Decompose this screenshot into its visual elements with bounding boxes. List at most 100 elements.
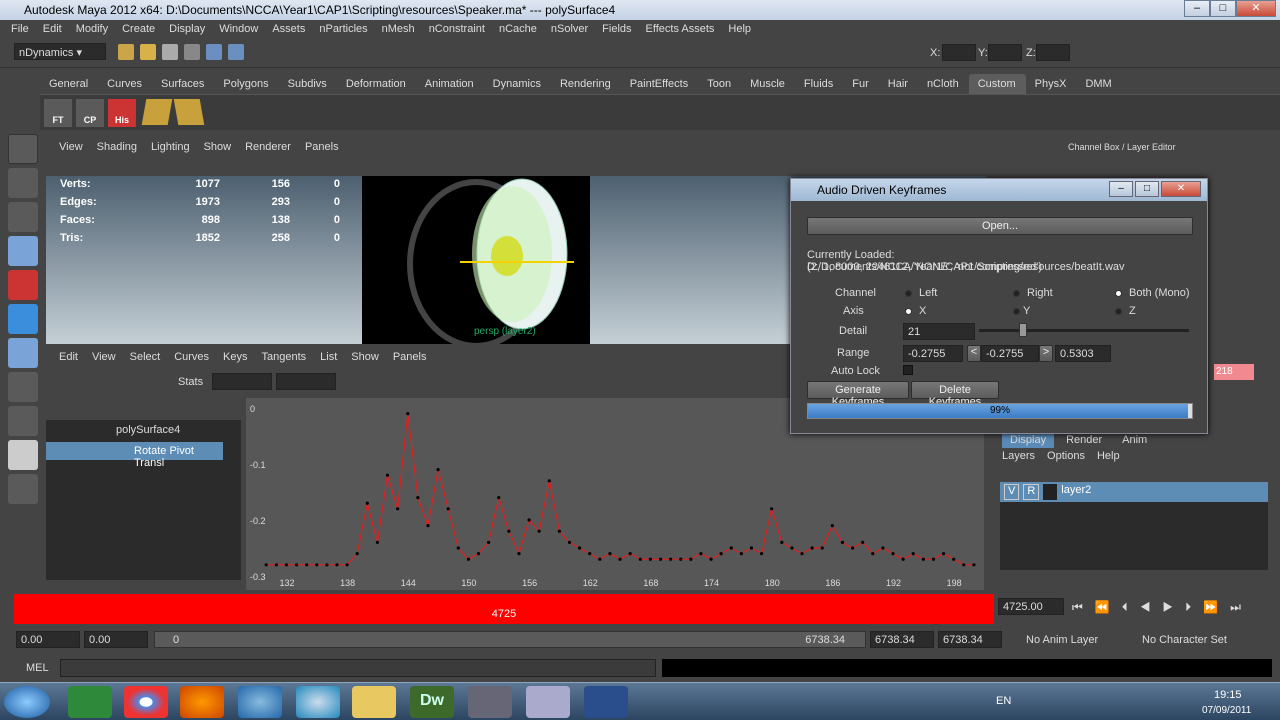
menu-edit[interactable]: Edit <box>36 20 69 40</box>
keyframe-point[interactable] <box>466 557 471 561</box>
keyframe-point[interactable] <box>476 552 481 556</box>
tab-rendering[interactable]: Rendering <box>551 74 621 94</box>
explorer-icon[interactable] <box>352 686 396 718</box>
keyframe-point[interactable] <box>618 557 622 561</box>
dreamweaver-icon[interactable]: Dw <box>410 686 454 718</box>
detail-slider[interactable] <box>979 329 1189 332</box>
keyframe-point[interactable] <box>850 546 855 550</box>
menu-window[interactable]: Window <box>212 20 265 40</box>
keyframe-point[interactable] <box>375 540 380 544</box>
viewport-menu-lighting[interactable]: Lighting <box>144 138 197 158</box>
menu-modify[interactable]: Modify <box>69 20 115 40</box>
graph-menu-keys[interactable]: Keys <box>216 348 254 368</box>
tab-render[interactable]: Render <box>1058 432 1110 448</box>
tab-surfaces[interactable]: Surfaces <box>152 74 214 94</box>
clock-time[interactable]: 19:15 <box>1214 689 1242 701</box>
keyframe-point[interactable] <box>406 412 410 416</box>
select-tool-icon[interactable] <box>8 134 38 164</box>
keyframe-point[interactable] <box>901 557 905 561</box>
keyframe-point[interactable] <box>749 546 754 550</box>
keyframe-point[interactable] <box>689 557 693 561</box>
keyframe-point[interactable] <box>638 557 642 561</box>
open-scene-icon[interactable] <box>140 44 156 60</box>
tab-curves[interactable]: Curves <box>98 74 152 94</box>
graph-menu-panels[interactable]: Panels <box>386 348 434 368</box>
tab-muscle[interactable]: Muscle <box>741 74 795 94</box>
keyframe-point[interactable] <box>830 524 834 528</box>
select-object-icon[interactable] <box>206 44 222 60</box>
keyframe-point[interactable] <box>446 507 450 511</box>
move-tool-icon[interactable] <box>8 236 38 266</box>
keyframe-point[interactable] <box>931 557 936 561</box>
tab-hair[interactable]: Hair <box>879 74 918 94</box>
keyframe-point[interactable] <box>305 563 309 567</box>
menu-nparticles[interactable]: nParticles <box>312 20 374 40</box>
open-button[interactable]: Open... <box>807 217 1193 235</box>
menu-help[interactable]: Help <box>1097 450 1120 462</box>
rotate-tool-icon[interactable] <box>8 270 38 300</box>
keyframe-point[interactable] <box>507 529 511 533</box>
keyframe-point[interactable] <box>881 546 885 550</box>
firefox-icon[interactable] <box>180 686 224 718</box>
keyframe-point[interactable] <box>527 518 531 522</box>
keyframe-point[interactable] <box>952 557 956 561</box>
new-scene-icon[interactable] <box>118 44 134 60</box>
layout-single-icon[interactable] <box>8 440 38 470</box>
internet-explorer-icon[interactable] <box>238 686 282 718</box>
keyframe-point[interactable] <box>972 563 976 567</box>
tab-dmm[interactable]: DMM <box>1076 74 1121 94</box>
keyframe-point[interactable] <box>588 552 592 556</box>
tab-painteffects[interactable]: PaintEffects <box>621 74 699 94</box>
keyframe-point[interactable] <box>517 552 521 556</box>
keyframe-point[interactable] <box>345 563 349 567</box>
tab-custom[interactable]: Custom <box>968 74 1026 94</box>
keyframe-point[interactable] <box>598 557 602 561</box>
graph-menu-show[interactable]: Show <box>344 348 386 368</box>
language-indicator[interactable]: EN <box>996 695 1011 707</box>
tab-ncloth[interactable]: nCloth <box>918 74 969 94</box>
keyframe-point[interactable] <box>679 557 683 561</box>
character-set-label[interactable]: No Character Set <box>1142 634 1227 646</box>
tab-physx[interactable]: PhysX <box>1026 74 1077 94</box>
select-component-icon[interactable] <box>228 44 244 60</box>
range-decrease-button[interactable]: < <box>967 345 981 362</box>
start-time-field[interactable]: 0.00 <box>16 631 80 648</box>
keyframe-point[interactable] <box>699 552 703 556</box>
layer-color-swatch[interactable] <box>1043 484 1058 500</box>
radio-both[interactable] <box>1115 290 1122 297</box>
keyframe-point[interactable] <box>719 552 723 556</box>
detail-field[interactable]: 21 <box>903 323 975 340</box>
stats-field-1[interactable] <box>212 373 272 390</box>
tab-dynamics[interactable]: Dynamics <box>484 74 551 94</box>
keyframe-point[interactable] <box>921 557 925 561</box>
menu-effects-assets[interactable]: Effects Assets <box>639 20 722 40</box>
menu-fields[interactable]: Fields <box>595 20 638 40</box>
detail-slider-handle[interactable] <box>1019 323 1027 337</box>
graph-menu-tangents[interactable]: Tangents <box>255 348 314 368</box>
viewport-menu-renderer[interactable]: Renderer <box>238 138 298 158</box>
keyframe-point[interactable] <box>557 529 561 533</box>
range-current-field[interactable]: -0.2755 <box>981 345 1039 362</box>
tab-general[interactable]: General <box>40 74 98 94</box>
clock-date[interactable]: 07/09/2011 <box>1202 705 1251 716</box>
outliner-item-object[interactable]: polySurface4 <box>46 420 241 438</box>
keyframe-point[interactable] <box>709 557 713 561</box>
keyframe-point[interactable] <box>426 524 430 528</box>
y-field[interactable] <box>988 44 1022 61</box>
menu-help[interactable]: Help <box>721 20 758 40</box>
save-scene-icon[interactable] <box>162 44 178 60</box>
keyframe-point[interactable] <box>739 552 743 556</box>
viewport-menu-show[interactable]: Show <box>197 138 239 158</box>
outliner-item-attribute[interactable]: Rotate Pivot Transl <box>46 442 223 469</box>
dialog-maximize-button[interactable]: □ <box>1135 181 1159 197</box>
tab-polygons[interactable]: Polygons <box>214 74 278 94</box>
keyframe-point[interactable] <box>861 540 865 544</box>
viewport-menu-shading[interactable]: Shading <box>90 138 144 158</box>
keyframe-point[interactable] <box>315 563 319 567</box>
start-button-icon[interactable] <box>4 686 50 718</box>
menu-display[interactable]: Display <box>162 20 212 40</box>
keyframe-point[interactable] <box>962 563 966 567</box>
playback-start-field[interactable]: 0.00 <box>84 631 148 648</box>
keyframe-point[interactable] <box>264 563 268 567</box>
tab-display[interactable]: Display <box>1002 432 1055 448</box>
